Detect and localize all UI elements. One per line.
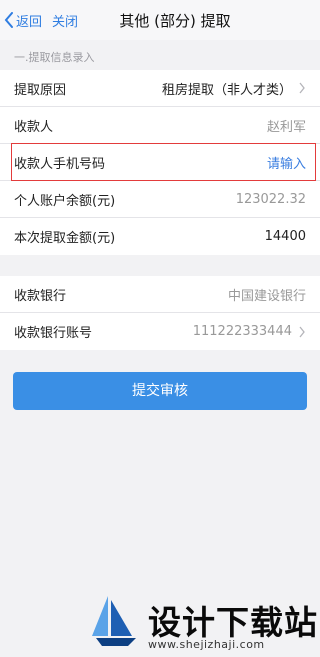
- phone-row-highlight: [11, 143, 316, 181]
- account-value: 111222333444: [193, 324, 306, 339]
- balance-value: 123022.32: [235, 191, 306, 207]
- submit-review-button[interactable]: 提交审核: [13, 372, 307, 410]
- bank-label: 收款银行: [14, 288, 67, 304]
- balance-label: 个人账户余额(元): [14, 193, 116, 209]
- watermark-url: www.shejizhaji.com: [148, 638, 265, 651]
- account-row[interactable]: 收款银行账号 111222333444: [0, 313, 320, 350]
- nav-bar: 返回 关闭 其他 (部分) 提取: [0, 0, 320, 40]
- account-label: 收款银行账号: [14, 326, 93, 341]
- amount-row[interactable]: 本次提取金额(元) 14400: [0, 218, 320, 255]
- payee-label: 收款人: [14, 119, 54, 135]
- payee-row: 收款人 赵利军: [0, 107, 320, 144]
- sailboat-logo-icon: [92, 596, 136, 646]
- watermark: 设计下载站 www.shejizhaji.com: [88, 588, 320, 657]
- reason-row[interactable]: 提取原因 租房提取（非人才类）: [0, 70, 320, 107]
- bank-value: 中国建设银行: [227, 288, 306, 304]
- balance-row: 个人账户余额(元) 123022.32: [0, 181, 320, 218]
- account-value-text: 111222333444: [192, 324, 292, 339]
- chevron-right-icon: [299, 326, 305, 337]
- payee-value: 赵利军: [266, 119, 306, 135]
- section-title: 一.提取信息录入: [14, 51, 95, 64]
- reason-value: 租房提取（非人才类）: [162, 79, 306, 98]
- amount-label: 本次提取金额(元): [14, 231, 116, 246]
- page-title: 其他 (部分) 提取: [119, 12, 231, 30]
- chevron-right-icon: [299, 82, 305, 94]
- watermark-brand: 设计下载站: [148, 603, 318, 642]
- amount-input[interactable]: 14400: [265, 229, 306, 244]
- reason-value-text: 租房提取（非人才类）: [161, 82, 292, 98]
- bank-row: 收款银行 中国建设银行: [0, 276, 320, 313]
- bank-info-group: 收款银行 中国建设银行 收款银行账号 111222333444: [0, 276, 320, 350]
- reason-label: 提取原因: [14, 82, 67, 98]
